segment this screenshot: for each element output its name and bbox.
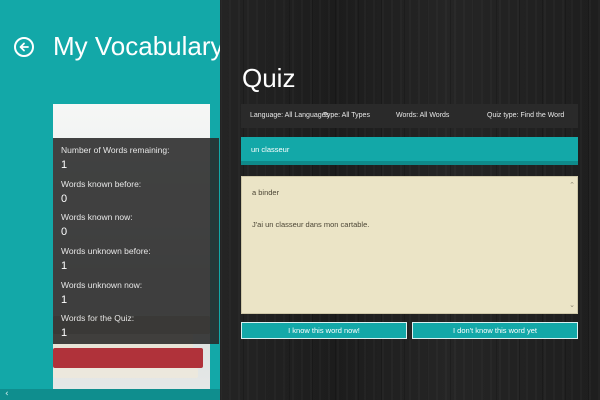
quiz-word: un classeur	[251, 145, 290, 154]
page-title: Quiz	[242, 63, 296, 93]
vertical-scrollbar[interactable]: ⌃ ⌄	[567, 177, 577, 313]
filter-bar: Language: All Languages Type: All Types …	[241, 104, 578, 128]
stat-known-now: Words known now: 0	[61, 212, 133, 238]
dont-know-word-button[interactable]: I don't know this word yet	[412, 322, 578, 339]
stat-unknown-before: Words unknown before: 1	[61, 246, 151, 272]
know-word-button[interactable]: I know this word now!	[241, 322, 407, 339]
chevron-down-icon[interactable]: ⌄	[568, 301, 576, 309]
filter-language[interactable]: Language: All Languages	[250, 112, 329, 119]
stat-value: 0	[61, 193, 68, 205]
filter-words[interactable]: Words: All Words	[396, 112, 449, 119]
stat-value: 1	[61, 327, 68, 339]
stat-label: Words unknown now:	[61, 280, 143, 290]
answer-translation: a binder	[252, 188, 280, 197]
back-button[interactable]	[14, 37, 34, 57]
quiz-word-bar: un classeur	[241, 137, 578, 165]
stat-known-before: Words known before: 0	[61, 179, 141, 205]
chevron-left-icon[interactable]: ‹	[5, 389, 9, 399]
answer-textbox[interactable]: a binder J'ai un classeur dans mon carta…	[241, 176, 578, 314]
stat-value: 0	[61, 226, 68, 238]
horizontal-scrollbar[interactable]	[0, 389, 220, 400]
stat-label: Number of Words remaining:	[61, 145, 170, 155]
stat-value: 1	[61, 294, 68, 306]
answer-example: J'ai un classeur dans mon cartable.	[252, 220, 370, 229]
stat-label: Words known now:	[61, 212, 133, 222]
app-title: My Vocabulary	[53, 31, 224, 61]
stat-value: 1	[61, 260, 68, 272]
stat-label: Words unknown before:	[61, 246, 151, 256]
filter-quiz-type[interactable]: Quiz type: Find the Word	[487, 112, 564, 119]
stat-label: Words known before:	[61, 179, 142, 189]
stats-panel: Number of Words remaining: 1 Words known…	[53, 138, 219, 344]
stat-value: 1	[61, 159, 68, 171]
filter-type[interactable]: Type: All Types	[323, 112, 370, 119]
stat-label: Words for the Quiz:	[61, 313, 135, 323]
stat-words-for-quiz: Words for the Quiz: 1	[61, 313, 134, 339]
stat-unknown-now: Words unknown now: 1	[61, 280, 142, 306]
chevron-up-icon[interactable]: ⌃	[568, 181, 576, 189]
back-arrow-icon	[19, 42, 29, 52]
stat-words-remaining: Number of Words remaining: 1	[61, 145, 170, 171]
